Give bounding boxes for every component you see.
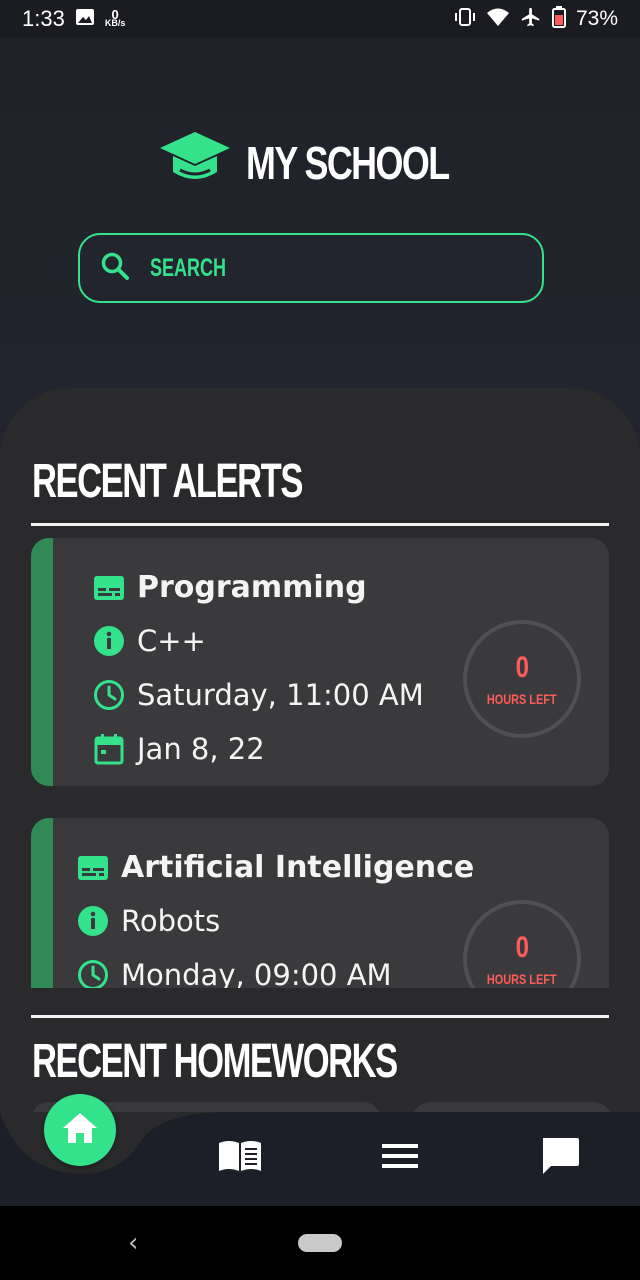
hours-left-value: 0: [515, 931, 529, 964]
app-brand: MY SCHOOL: [158, 130, 506, 196]
alert-topic-row: Robots: [77, 904, 220, 938]
subject-icon: [93, 572, 125, 604]
home-pill[interactable]: [298, 1234, 342, 1252]
alert-subject: Artificial Intelligence: [121, 850, 475, 885]
alert-schedule: Monday, 09:00 AM: [121, 958, 392, 988]
app-header: [0, 38, 640, 398]
alert-topic-row: C++: [93, 624, 206, 658]
alert-topic: Robots: [121, 904, 221, 938]
card-accent-strip: [31, 538, 53, 786]
graduation-cap-icon: [158, 130, 232, 196]
image-icon: [75, 8, 95, 31]
subject-icon: [77, 852, 109, 884]
card-accent-strip: [31, 818, 53, 988]
nav-item-home[interactable]: [44, 1094, 116, 1166]
alert-schedule-row: Saturday, 11:00 AM: [93, 678, 424, 712]
nav-item-menu[interactable]: [370, 1128, 430, 1188]
recent-alerts-heading: RECENT ALERTS: [32, 455, 303, 508]
book-icon: [217, 1139, 263, 1177]
menu-icon: [381, 1142, 419, 1174]
alerts-list[interactable]: Programming C++ Saturday, 11:00 AM Jan 8…: [0, 538, 640, 988]
clock-icon: [93, 679, 125, 711]
recent-homeworks-heading: RECENT HOMEWORKS: [32, 1035, 398, 1088]
alert-subject-row: Programming: [93, 570, 367, 605]
chat-icon: [539, 1136, 581, 1180]
info-icon: [77, 905, 109, 937]
back-icon[interactable]: ‹: [128, 1228, 138, 1258]
alert-card[interactable]: Artificial Intelligence Robots Monday, 0…: [31, 818, 609, 988]
battery-percent: 73%: [575, 7, 618, 30]
battery-icon: [551, 5, 566, 33]
divider: [31, 1015, 609, 1018]
home-icon: [61, 1111, 99, 1149]
nav-item-library[interactable]: [210, 1128, 270, 1188]
airplane-icon: [520, 6, 542, 33]
hours-left-indicator: 0 HOURS LEFT: [463, 620, 581, 738]
system-navigation-bar: ‹: [0, 1206, 640, 1280]
clock-icon: [77, 959, 109, 988]
divider: [31, 523, 609, 526]
alert-subject-row: Artificial Intelligence: [77, 850, 474, 885]
hours-left-indicator: 0 HOURS LEFT: [463, 900, 581, 988]
search-bar[interactable]: SEARCH: [78, 233, 544, 303]
app-title: MY SCHOOL: [246, 137, 450, 189]
hours-left-value: 0: [515, 651, 529, 684]
network-speed: 0 KB/s: [104, 7, 126, 28]
calendar-icon: [93, 733, 125, 765]
hours-left-label: HOURS LEFT: [487, 691, 557, 707]
alert-schedule-row: Monday, 09:00 AM: [77, 958, 392, 988]
alert-subject: Programming: [137, 570, 367, 605]
alert-card[interactable]: Programming C++ Saturday, 11:00 AM Jan 8…: [31, 538, 609, 786]
status-bar: 1:33 0 KB/s 73%: [0, 0, 640, 38]
wifi-icon: [486, 7, 510, 32]
alert-date: Jan 8, 22: [137, 732, 265, 766]
info-icon: [93, 625, 125, 657]
status-time: 1:33: [22, 6, 65, 31]
hours-left-label: HOURS LEFT: [487, 971, 557, 987]
alert-topic: C++: [137, 624, 206, 658]
alert-date-row: Jan 8, 22: [93, 732, 265, 766]
vibrate-icon: [454, 7, 476, 32]
nav-item-messages[interactable]: [530, 1128, 590, 1188]
alert-schedule: Saturday, 11:00 AM: [137, 678, 424, 712]
search-input[interactable]: SEARCH: [150, 254, 226, 283]
search-icon: [100, 251, 130, 285]
